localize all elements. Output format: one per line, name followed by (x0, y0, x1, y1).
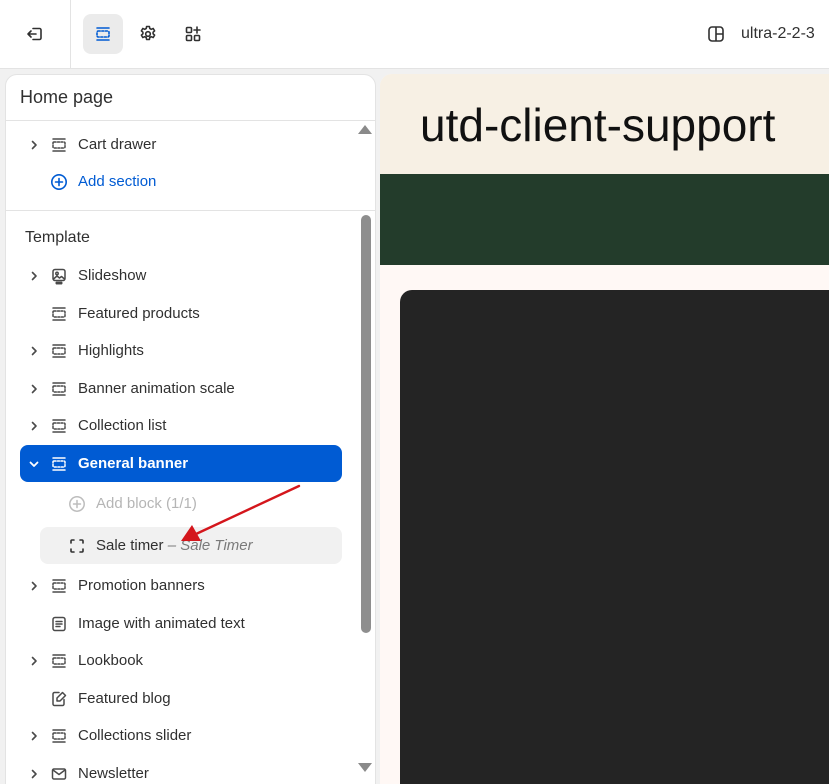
exit-button[interactable] (15, 14, 55, 54)
section-item-slideshow[interactable]: Slideshow (20, 257, 342, 294)
slideshow-icon (50, 267, 68, 285)
section-item-label: Cart drawer (78, 136, 157, 153)
add-circle-icon (50, 173, 68, 191)
sections-icon (96, 27, 110, 41)
group-divider (6, 210, 375, 211)
text-block-icon (50, 615, 68, 633)
chevron-right-icon[interactable] (27, 579, 41, 593)
section-item-lookbook[interactable]: Lookbook (20, 642, 342, 679)
section-item-collection-list[interactable]: Collection list (20, 407, 342, 444)
block-item-sale-timer[interactable]: Sale timer – Sale Timer (40, 527, 342, 564)
section-item-collections-slider[interactable]: Collections slider (20, 717, 342, 754)
section-item-highlights[interactable]: Highlights (20, 332, 342, 369)
block-separator: – (163, 537, 181, 554)
theme-name-label: ultra-2-2-3 (741, 25, 815, 42)
section-item-label: General banner (78, 455, 189, 472)
exit-icon (27, 27, 42, 41)
gear-icon (140, 25, 156, 41)
section-item-general-banner[interactable]: General banner (20, 445, 342, 482)
block-item-name: Sale Timer (180, 537, 253, 554)
add-circle-icon (68, 495, 86, 513)
chevron-right-icon[interactable] (27, 654, 41, 668)
section-item-label: Lookbook (78, 652, 144, 669)
block-icon (68, 537, 86, 555)
section-item-featured-products[interactable]: Featured products (20, 295, 342, 332)
chevron-right-icon[interactable] (27, 269, 41, 283)
section-item-label: Featured blog (78, 690, 171, 707)
section-item-label: Image with animated text (78, 615, 245, 632)
sections-sidebar: Home page Cart drawer Add section Templa… (5, 74, 376, 784)
section-item-label: Collection list (78, 417, 167, 434)
section-icon (50, 380, 68, 398)
toolbar-divider (70, 0, 71, 69)
section-item-promotion-banners[interactable]: Promotion banners (20, 567, 342, 604)
apps-icon (185, 26, 201, 42)
add-section-button[interactable]: Add section (20, 163, 342, 200)
chevron-right-icon[interactable] (27, 344, 41, 358)
email-icon (50, 765, 68, 783)
header-divider (6, 120, 375, 121)
section-item-label: Newsletter (78, 765, 149, 782)
section-item-cart-drawer[interactable]: Cart drawer (20, 126, 342, 163)
section-icon (50, 342, 68, 360)
chevron-down-icon[interactable] (27, 457, 41, 471)
page-title: Home page (20, 87, 114, 107)
preview-announcement-band[interactable] (380, 174, 829, 265)
section-item-label: Highlights (78, 342, 144, 359)
section-item-banner-animation-scale[interactable]: Banner animation scale (20, 370, 342, 407)
chevron-right-icon[interactable] (27, 382, 41, 396)
template-group-label: Template (25, 229, 90, 246)
scrollbar-thumb[interactable] (361, 215, 371, 633)
section-item-label: Promotion banners (78, 577, 205, 594)
preview-header[interactable]: utd-client-support (380, 74, 829, 174)
section-item-label: Slideshow (78, 267, 147, 284)
section-icon (50, 417, 68, 435)
add-block-button[interactable]: Add block (1/1) (40, 485, 342, 522)
layout-icon (708, 26, 724, 42)
section-item-featured-blog[interactable]: Featured blog (20, 680, 342, 717)
add-section-label: Add section (78, 173, 157, 190)
sections-button[interactable] (83, 14, 123, 54)
add-block-label: Add block (1/1) (96, 495, 197, 512)
apps-button[interactable] (173, 14, 213, 54)
section-icon (50, 136, 68, 154)
chevron-right-icon[interactable] (27, 767, 41, 781)
store-title: utd-client-support (420, 99, 776, 151)
section-icon (50, 577, 68, 595)
storefront-preview[interactable]: utd-client-support (380, 74, 829, 784)
section-icon (50, 455, 68, 473)
section-icon (50, 727, 68, 745)
section-item-image-with-animated-text[interactable]: Image with animated text (20, 605, 342, 642)
top-bar: ultra-2-2-3 (0, 0, 829, 69)
block-item-label: Sale timer (96, 537, 164, 554)
chevron-right-icon[interactable] (27, 138, 41, 152)
section-icon (50, 652, 68, 670)
section-item-label: Collections slider (78, 727, 192, 744)
section-item-label: Featured products (78, 305, 200, 322)
theme-selector[interactable]: ultra-2-2-3 (706, 22, 815, 46)
scroll-up-arrow[interactable] (358, 125, 372, 134)
scroll-down-arrow[interactable] (358, 763, 372, 772)
section-icon (50, 305, 68, 323)
theme-settings-button[interactable] (128, 14, 168, 54)
chevron-right-icon[interactable] (27, 419, 41, 433)
section-item-label: Banner animation scale (78, 380, 235, 397)
section-item-newsletter[interactable]: Newsletter (20, 755, 342, 784)
preview-banner-block[interactable] (400, 290, 829, 784)
chevron-right-icon[interactable] (27, 729, 41, 743)
blog-post-icon (50, 690, 68, 708)
